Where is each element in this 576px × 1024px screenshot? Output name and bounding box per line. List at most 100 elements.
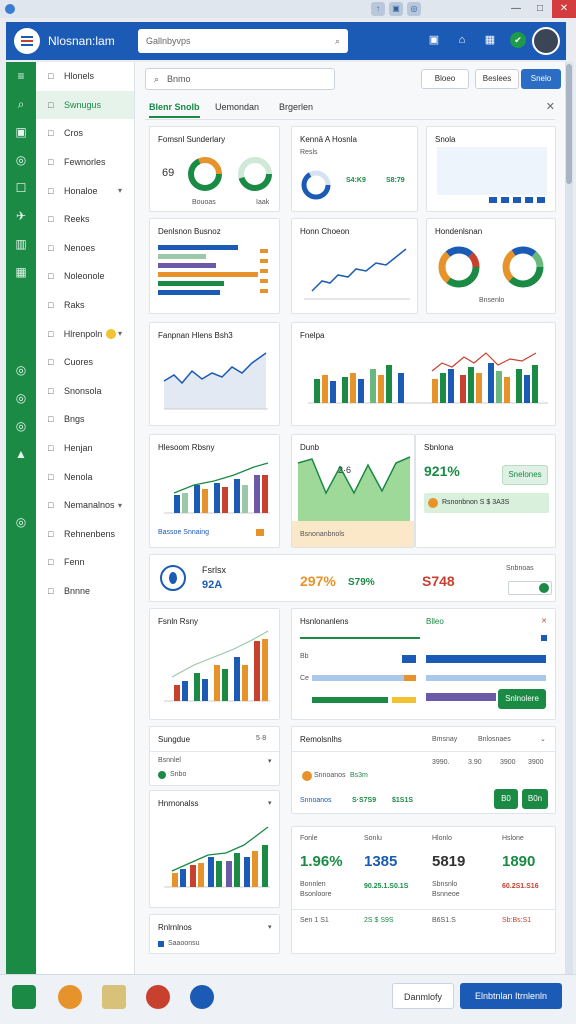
metric-foot-3: B6S1.S [432, 917, 456, 924]
rail-menu-icon[interactable]: ≡ [6, 62, 36, 90]
search-input[interactable]: Gallnbyvps ⌕ [138, 29, 348, 53]
sidebar-item-10[interactable]: □ Hlrenpoln ▾ [36, 319, 134, 348]
strip-toggle[interactable] [508, 581, 552, 595]
rail-box-icon[interactable]: ☐ [6, 174, 36, 202]
toolbar-button-2[interactable]: Beslees [475, 69, 519, 89]
minimize-button[interactable]: — [504, 0, 528, 18]
sidebar-item-12[interactable]: □ Snonsola [36, 377, 134, 406]
sidebar-item-label: Cros [64, 128, 84, 139]
footer-label: Snnoanos [300, 797, 332, 804]
sidebar-item-17[interactable]: □ Rehnenbens [36, 520, 134, 549]
rail-grid-icon[interactable]: ▦ [6, 258, 36, 286]
metric-sub-4: 60.2S1.S16 [502, 883, 539, 890]
rail-link-icon[interactable]: ◎ [6, 508, 36, 536]
chevron-down-icon[interactable]: ▾ [268, 923, 272, 931]
value-3: 3900 [500, 759, 516, 766]
sidebar-item-label: Reeks [64, 214, 90, 225]
settings-icon[interactable]: ◎ [407, 2, 421, 16]
folder-icon[interactable] [102, 985, 126, 1009]
calendar-icon[interactable]: ▣ [426, 32, 442, 48]
sidebar-item-5[interactable]: □ Honaloe ▾ [36, 176, 134, 205]
sidebar-item-7[interactable]: □ Nenoes [36, 234, 134, 263]
rail-monitor-icon[interactable]: ▣ [6, 118, 36, 146]
rail-target-icon[interactable]: ◎ [6, 146, 36, 174]
tab-2[interactable]: Uemondan [215, 102, 259, 116]
footer-value-1: S·S7S9 [352, 797, 377, 804]
sidebar-item-4[interactable]: □ Fewnorles [36, 148, 134, 177]
rail-warning-icon[interactable]: ▲ [6, 440, 36, 468]
window-icon[interactable]: ▣ [389, 2, 403, 16]
bar-chart [308, 352, 548, 404]
rail-sync-icon[interactable]: ◎ [6, 384, 36, 412]
chevron-down-icon[interactable]: ▾ [118, 186, 122, 195]
action-button-1[interactable]: B0 [494, 789, 518, 809]
card-footer: Bassoe Snnaing [158, 529, 209, 536]
sidebar-item-label: Nemanalnos [64, 500, 115, 511]
rail-globe-icon[interactable]: ◎ [6, 412, 36, 440]
action-button-2[interactable]: B0n [522, 789, 548, 809]
progress-action-button[interactable]: Snlnolere [498, 689, 546, 709]
toggle-knob [539, 583, 549, 593]
sidebar-item-14[interactable]: □ Henjan [36, 434, 134, 463]
metric-sub-3b: Bsnneoe [432, 891, 460, 898]
rail-plane-icon[interactable]: ✈ [6, 202, 36, 230]
card-rnlrnlnos: Rnlrnlnos ▾ Saaoonsu [149, 914, 280, 954]
metric-sub-1: Bonnlen [300, 881, 326, 888]
close-button[interactable]: ✕ [552, 0, 576, 18]
browser-icon[interactable] [58, 985, 82, 1009]
sidebar-item-9[interactable]: □ Raks [36, 291, 134, 320]
app-logo[interactable] [14, 28, 40, 54]
toolbar-button-1[interactable]: Bloeo [421, 69, 469, 89]
toolbar-button-3[interactable]: Snelo [521, 69, 561, 89]
rail-panel-icon[interactable]: ▥ [6, 230, 36, 258]
stat-button[interactable]: Snelones [502, 465, 548, 485]
scrollbar[interactable] [565, 62, 573, 974]
chevron-down-icon[interactable]: ▾ [118, 501, 122, 510]
strip-title: Fsrlsx [202, 565, 226, 575]
sidebar-item-3[interactable]: □ Cros [36, 119, 134, 148]
card-value: 5·8 [256, 735, 267, 742]
status-dot [158, 771, 166, 779]
tab-3[interactable]: Brgerlen [279, 102, 313, 116]
close-icon[interactable]: ✕ [546, 100, 555, 113]
sidebar-item-label: Rehnenbens [64, 528, 116, 539]
sidebar-item-18[interactable]: □ Fenn [36, 548, 134, 577]
secondary-button[interactable]: Danmlofy [392, 983, 454, 1009]
rail-network-icon[interactable]: ◎ [6, 356, 36, 384]
sidebar-item-label: Fewnorles [64, 157, 106, 168]
sidebar-item-16[interactable]: □ Nemanalnos ▾ [36, 491, 134, 520]
rail-search-icon[interactable]: ⌕ [6, 90, 36, 118]
status-icon[interactable]: ✔ [510, 32, 526, 48]
filter-input[interactable]: ⌕ Bnmo [145, 68, 335, 90]
chevron-down-icon[interactable]: ▾ [268, 757, 272, 765]
search-placeholder: Gallnbyvps [146, 36, 191, 46]
grid-icon[interactable]: ▦ [482, 32, 498, 48]
sidebar-item-label: Nenola [64, 471, 93, 482]
start-icon[interactable] [12, 985, 36, 1009]
metric-header-2: Sonlu [364, 835, 382, 842]
chrome-icon[interactable] [146, 985, 170, 1009]
sidebar-item-6[interactable]: □ Reeks [36, 205, 134, 234]
chevron-down-icon[interactable]: ▾ [118, 329, 122, 338]
upload-icon[interactable]: ↑ [371, 2, 385, 16]
sidebar-item-19[interactable]: □ Bnnne [36, 577, 134, 606]
sidebar-item-11[interactable]: □ Cuores [36, 348, 134, 377]
sidebar-item-8[interactable]: □ Noleonole [36, 262, 134, 291]
tab-1[interactable]: Blenr Snolb [149, 102, 200, 118]
page-icon: □ [48, 443, 54, 454]
chevron-down-icon[interactable]: ⌄ [540, 735, 546, 743]
maximize-button[interactable]: □ [528, 0, 552, 18]
sidebar-item-13[interactable]: □ Bngs [36, 405, 134, 434]
avatar[interactable] [532, 27, 560, 55]
sidebar-item-1[interactable]: □ Hlonels [36, 62, 134, 91]
page-icon: □ [48, 128, 54, 139]
metric-header-1: Fonle [300, 835, 318, 842]
sidebar-item-2[interactable]: □ Swnugus [36, 90, 134, 120]
bank-icon[interactable]: ⌂ [454, 32, 470, 48]
sidebar-item-15[interactable]: □ Nenola [36, 462, 134, 491]
primary-button[interactable]: Elnbtnlan Itrnlenln [460, 983, 562, 1009]
strip-value-3: S79% [348, 577, 375, 588]
app-icon[interactable] [190, 985, 214, 1009]
scrollbar-thumb[interactable] [566, 64, 572, 184]
card-bars: Denlsnon Busnoz [149, 218, 280, 314]
